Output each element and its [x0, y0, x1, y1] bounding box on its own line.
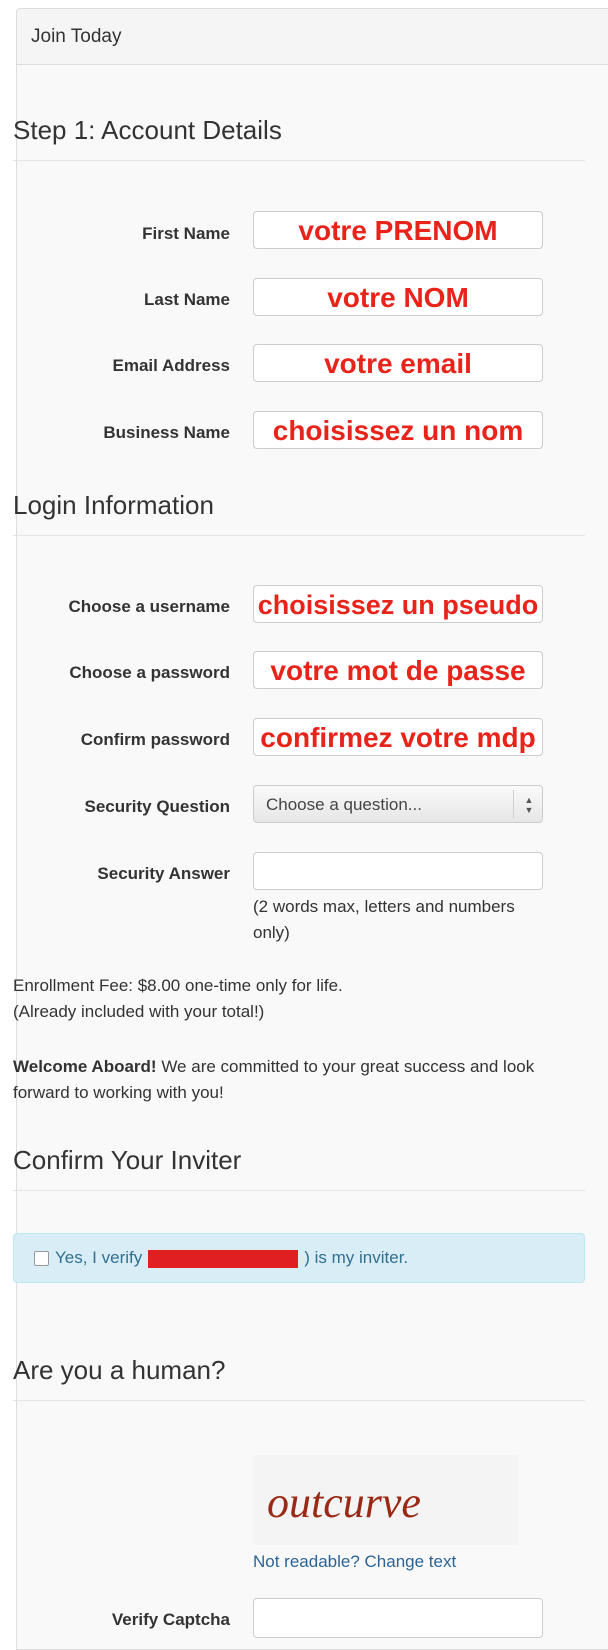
last-name-field[interactable]: votre NOM — [253, 278, 543, 316]
last-name-label: Last Name — [144, 290, 230, 309]
security-answer-label: Security Answer — [97, 864, 230, 883]
verify-suffix: ) is my inviter. — [304, 1248, 409, 1267]
captcha-text: outcurve — [267, 1478, 421, 1527]
panel-heading: Join Today — [17, 9, 608, 65]
business-name-label: Business Name — [103, 423, 230, 442]
inviter-alert: Yes, I verify ) is my inviter. — [13, 1233, 585, 1283]
select-updown-icon: ▲▼ — [524, 795, 534, 815]
verify-inviter-checkbox[interactable] — [34, 1251, 49, 1267]
confirm-password-field[interactable]: confirmez votre mdp — [253, 718, 543, 756]
password-field[interactable]: votre mot de passe — [253, 651, 543, 689]
password-label: Choose a password — [69, 663, 230, 682]
captcha-image: outcurve — [253, 1455, 518, 1545]
verify-captcha-field[interactable] — [253, 1598, 543, 1638]
select-divider — [513, 790, 514, 818]
verify-captcha-label: Verify Captcha — [111, 1610, 230, 1629]
confirm-password-label: Confirm password — [80, 730, 230, 749]
username-field[interactable]: choisissez un pseudo — [253, 585, 543, 623]
business-name-field[interactable]: choisissez un nom — [253, 411, 543, 449]
username-label: Choose a username — [68, 597, 230, 616]
join-panel: Join Today — [16, 8, 608, 1650]
welcome-text: Welcome Aboard! We are committed to your… — [13, 1054, 585, 1106]
section-title-account-details: Step 1: Account Details — [13, 115, 585, 161]
verify-prefix: Yes, I verify — [55, 1248, 143, 1267]
email-label: Email Address — [112, 356, 230, 375]
first-name-field[interactable]: votre PRENOM — [253, 211, 543, 249]
first-name-label: First Name — [142, 224, 230, 243]
welcome-bold: Welcome Aboard! — [13, 1057, 157, 1076]
section-title-human: Are you a human? — [13, 1355, 585, 1401]
enrollment-included-text: (Already included with your total!) — [13, 1002, 265, 1021]
security-question-value: Choose a question... — [266, 795, 422, 814]
security-question-label: Security Question — [84, 797, 230, 816]
change-captcha-link[interactable]: Not readable? Change text — [253, 1552, 456, 1572]
security-answer-help: (2 words max, letters and numbers only) — [253, 897, 515, 942]
email-field[interactable]: votre email — [253, 344, 543, 382]
redacted-block — [148, 1249, 299, 1268]
section-title-inviter: Confirm Your Inviter — [13, 1145, 585, 1191]
security-answer-field[interactable] — [253, 852, 543, 890]
section-title-login-info: Login Information — [13, 490, 585, 536]
enrollment-fee-text: Enrollment Fee: $8.00 one-time only for … — [13, 976, 343, 995]
security-question-select[interactable]: Choose a question... ▲▼ — [253, 785, 543, 823]
